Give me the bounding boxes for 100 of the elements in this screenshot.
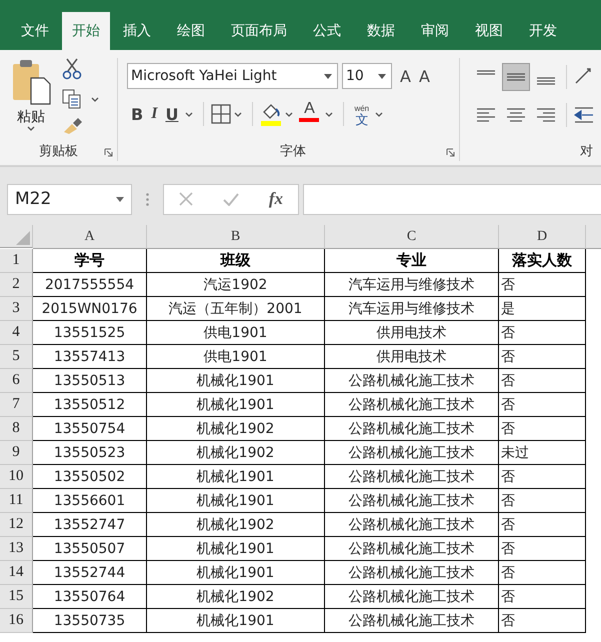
caret-icon[interactable]	[375, 112, 384, 116]
table-cell: 否	[499, 609, 586, 633]
name-box[interactable]: M22	[7, 184, 132, 214]
table-cell: 机械化1902	[147, 417, 325, 441]
fill-color-icon[interactable]	[260, 102, 282, 126]
font-color-button[interactable]: A	[296, 100, 322, 128]
copy-icon[interactable]	[62, 89, 82, 109]
caret-icon[interactable]	[325, 112, 334, 116]
paste-icon[interactable]	[11, 58, 51, 106]
table-cell: 13552747	[33, 513, 147, 537]
table-cell: 13552744	[33, 561, 147, 585]
table-cell: 未过	[499, 441, 586, 465]
header-cell: 落实人数	[499, 249, 586, 273]
row-header[interactable]: 5	[0, 345, 33, 369]
table-cell: 公路机械化施工技术	[325, 369, 499, 393]
column-header[interactable]: B	[147, 225, 325, 249]
launcher-icon[interactable]	[446, 148, 455, 157]
table-cell: 机械化1901	[147, 561, 325, 585]
row-header[interactable]: 12	[0, 513, 33, 537]
row-header[interactable]: 14	[0, 561, 33, 585]
paste-button[interactable]: 粘贴	[17, 108, 45, 126]
font-name-dropdown[interactable]: Microsoft YaHei Light	[127, 63, 338, 89]
font-size-dropdown[interactable]: 10	[342, 63, 392, 89]
row-header[interactable]: 9	[0, 441, 33, 465]
row-header[interactable]: 6	[0, 369, 33, 393]
table-cell: 否	[499, 273, 586, 297]
group-label: 剪贴板	[39, 143, 78, 160]
italic-button[interactable]: I	[147, 101, 162, 127]
ribbon-tab[interactable]: 开发	[516, 12, 570, 50]
table-cell: 2015WN0176	[33, 297, 147, 321]
table-cell: 公路机械化施工技术	[325, 537, 499, 561]
table-cell: 供电1901	[147, 345, 325, 369]
row-header[interactable]: 2	[0, 273, 33, 297]
table-cell: 否	[499, 489, 586, 513]
ribbon-tab[interactable]: 审阅	[408, 12, 462, 50]
scissors-icon[interactable]	[62, 58, 82, 80]
table-cell: 否	[499, 513, 586, 537]
decrease-indent-icon	[574, 105, 594, 125]
top-align-icon	[476, 70, 496, 74]
bold-button[interactable]: B	[127, 101, 148, 127]
row-header[interactable]: 7	[0, 393, 33, 417]
table-cell: 公路机械化施工技术	[325, 441, 499, 465]
caret-icon[interactable]	[234, 112, 242, 116]
row-header[interactable]: 10	[0, 465, 33, 489]
ribbon-tab[interactable]: 文件	[8, 12, 62, 50]
launcher-icon[interactable]	[104, 148, 113, 157]
formula-input[interactable]	[303, 184, 601, 214]
row-header[interactable]: 3	[0, 297, 33, 321]
ribbon-tab[interactable]: 开始	[62, 12, 110, 50]
table-cell: 否	[499, 465, 586, 489]
ribbon-tab[interactable]: 视图	[462, 12, 516, 50]
row-header[interactable]: 8	[0, 417, 33, 441]
underline-button[interactable]: U	[161, 101, 182, 127]
row-header[interactable]: 4	[0, 321, 33, 345]
table-cell: 机械化1901	[147, 369, 325, 393]
ribbon-tab[interactable]: 绘图	[164, 12, 218, 50]
row-header[interactable]: 16	[0, 609, 33, 633]
table-cell: 机械化1901	[147, 489, 325, 513]
ribbon-tab[interactable]: 页面布局	[218, 12, 300, 50]
column-header[interactable]: D	[499, 225, 586, 249]
table-cell: 13550507	[33, 537, 147, 561]
insert-function-button[interactable]: fx	[268, 189, 284, 209]
phonetic-button[interactable]: wén 文	[351, 103, 372, 125]
table-cell: 公路机械化施工技术	[325, 513, 499, 537]
borders-icon[interactable]	[211, 104, 232, 124]
table-cell: 供用电技术	[325, 345, 499, 369]
caret-icon[interactable]	[27, 126, 35, 131]
ribbon-tab[interactable]: 数据	[354, 12, 408, 50]
group-label: 字体	[280, 143, 306, 160]
row-header[interactable]: 11	[0, 489, 33, 513]
grow-font-button[interactable]: A	[396, 63, 415, 89]
table-cell: 供用电技术	[325, 321, 499, 345]
row-header[interactable]: 1	[0, 249, 33, 273]
column-header[interactable]: A	[33, 225, 147, 249]
ribbon-tab[interactable]: 公式	[300, 12, 354, 50]
table-cell: 否	[499, 417, 586, 441]
check-icon[interactable]	[222, 192, 239, 206]
caret-icon[interactable]	[285, 112, 294, 116]
table-cell: 13551525	[33, 321, 147, 345]
table-cell: 否	[499, 393, 586, 417]
table-cell: 13550502	[33, 465, 147, 489]
table-cell: 否	[499, 561, 586, 585]
table-cell: 否	[499, 321, 586, 345]
table-cell: 机械化1902	[147, 513, 325, 537]
table-cell: 机械化1902	[147, 585, 325, 609]
table-cell: 13550754	[33, 417, 147, 441]
table-cell: 13550513	[33, 369, 147, 393]
table-cell: 汽车运用与维修技术	[325, 273, 499, 297]
column-header[interactable]: C	[325, 225, 499, 249]
ribbon-tab[interactable]: 插入	[110, 12, 164, 50]
table-cell: 13557413	[33, 345, 147, 369]
row-header[interactable]: 15	[0, 585, 33, 609]
middle-align-button[interactable]	[502, 63, 530, 91]
shrink-font-button[interactable]: A	[414, 63, 434, 89]
table-cell: 公路机械化施工技术	[325, 393, 499, 417]
caret-icon[interactable]	[91, 96, 99, 102]
row-header[interactable]: 13	[0, 537, 33, 561]
table-cell: 汽车运用与维修技术	[325, 297, 499, 321]
caret-icon[interactable]	[185, 112, 194, 116]
brush-icon[interactable]	[62, 118, 82, 134]
